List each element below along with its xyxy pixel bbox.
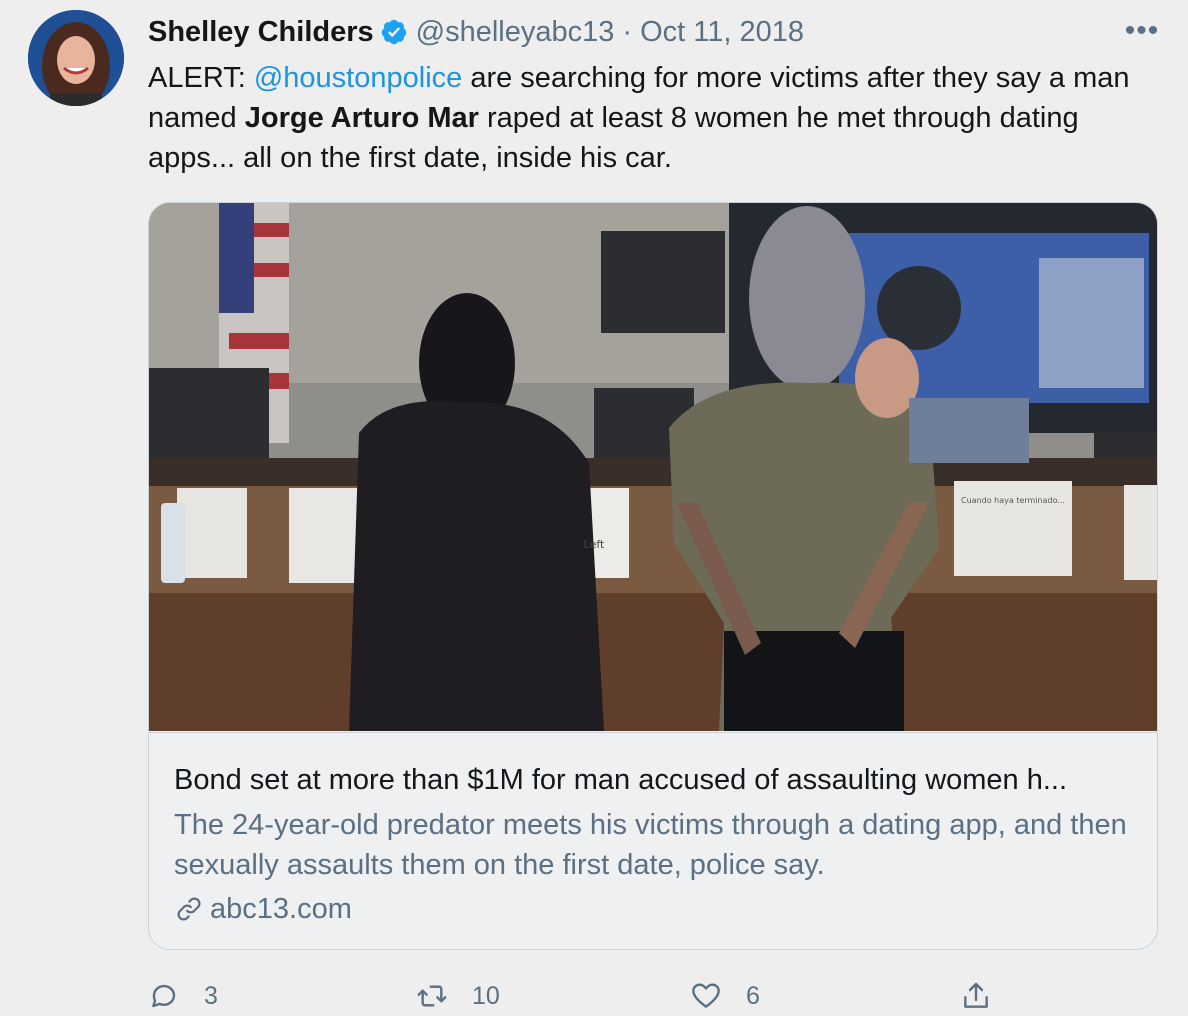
card-domain-text[interactable]: abc13.com	[210, 893, 352, 926]
tweet-text: ALERT: @houstonpolice are searching for …	[148, 58, 1148, 178]
card-image-left-text: Left	[584, 538, 605, 551]
mention-link[interactable]: @houstonpolice	[254, 62, 462, 94]
avatar-image	[28, 10, 124, 106]
heart-icon	[692, 983, 720, 1008]
card-image[interactable]: Cuando haya terminado... Left	[149, 203, 1157, 731]
link-icon	[177, 897, 201, 921]
card-domain[interactable]: abc13.com	[174, 891, 352, 927]
tweet-actions: 3 10 6	[148, 976, 1158, 1016]
link-card[interactable]: Cuando haya terminado... Left Bond set a…	[148, 202, 1158, 950]
retweet-count: 10	[472, 981, 500, 1010]
card-image-sign-text: Cuando haya terminado...	[961, 496, 1065, 505]
courtroom-photo: Cuando haya terminado... Left	[149, 203, 1157, 731]
like-button[interactable]: 6	[690, 976, 760, 1016]
reply-count: 3	[204, 981, 218, 1010]
verified-badge-icon	[381, 19, 406, 45]
tweet-date[interactable]: Oct 11, 2018	[640, 16, 804, 49]
tweet-header: Shelley Childers @shelleyabc13 · Oct 11,…	[148, 12, 804, 52]
reply-icon	[152, 984, 176, 1008]
like-count: 6	[746, 981, 760, 1010]
author-name[interactable]: Shelley Childers	[148, 16, 374, 49]
card-title[interactable]: Bond set at more than $1M for man accuse…	[174, 761, 1134, 799]
header-separator: ·	[622, 15, 633, 48]
share-button[interactable]	[960, 976, 992, 1016]
tweet: Shelley Childers @shelleyabc13 · Oct 11,…	[0, 0, 1188, 1014]
share-icon	[964, 982, 988, 1008]
tweet-text-prefix: ALERT:	[148, 62, 254, 94]
card-body[interactable]: Bond set at more than $1M for man accuse…	[149, 732, 1157, 949]
tweet-text-bold-name: Jorge Arturo Mar	[244, 102, 479, 134]
retweet-button[interactable]: 10	[416, 976, 500, 1016]
retweet-icon	[417, 985, 447, 1007]
author-handle[interactable]: @shelleyabc13	[416, 16, 615, 49]
avatar[interactable]	[28, 10, 124, 106]
reply-button[interactable]: 3	[148, 976, 218, 1016]
more-options-icon[interactable]: •••	[1122, 14, 1162, 48]
card-description: The 24-year-old predator meets his victi…	[174, 809, 1127, 881]
